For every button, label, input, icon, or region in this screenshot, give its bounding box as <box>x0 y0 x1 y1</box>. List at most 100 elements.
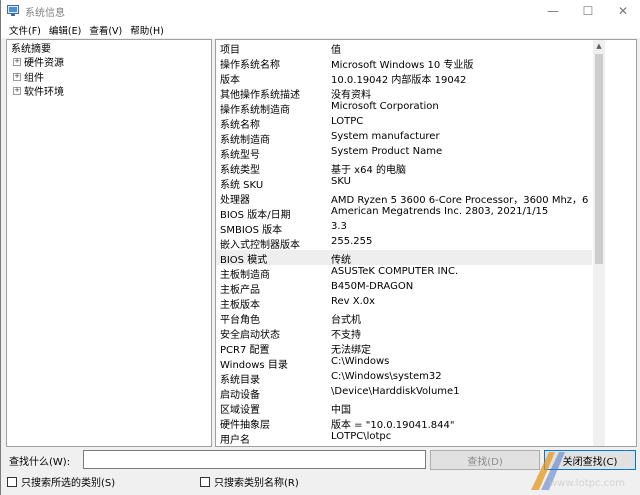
table-row[interactable]: 平台角色 台式机 <box>216 310 592 326</box>
list-header: 项目 值 <box>216 40 636 56</box>
row-item: 系统制造商 <box>220 135 270 146</box>
row-value: 传统 <box>331 255 351 266</box>
row-item: 操作系统制造商 <box>220 105 290 116</box>
expand-icon[interactable]: + <box>13 86 21 95</box>
row-value: SKU <box>331 176 351 187</box>
minimize-button[interactable]: — <box>536 0 570 22</box>
row-item: 系统目录 <box>220 375 260 386</box>
minimize-icon: — <box>547 4 559 18</box>
table-row[interactable]: 系统制造商 System manufacturer <box>216 130 592 146</box>
table-row[interactable]: 系统类型 基于 x64 的电脑 <box>216 160 592 176</box>
find-button[interactable]: 查找(D) <box>430 450 540 470</box>
row-value: System manufacturer <box>331 131 440 142</box>
search-selected-category-label: 只搜索所选的类别(S) <box>21 478 116 489</box>
row-value: System Product Name <box>331 146 443 157</box>
row-item: 嵌入式控制器版本 <box>220 240 300 251</box>
search-category-names-option[interactable]: 只搜索类别名称(R) <box>200 474 299 489</box>
column-header-item[interactable]: 项目 <box>220 41 240 56</box>
table-row[interactable]: 系统目录 C:\Windows\system32 <box>216 370 592 386</box>
tree-item-software-environment[interactable]: + 软件环境 <box>13 83 64 98</box>
row-value: C:\Windows\system32 <box>331 371 442 382</box>
row-item: 主板产品 <box>220 285 260 296</box>
table-row[interactable]: SMBIOS 版本 3.3 <box>216 220 592 236</box>
search-selected-category-checkbox[interactable] <box>7 476 17 487</box>
table-row[interactable]: PCR7 配置 无法绑定 <box>216 340 592 356</box>
row-item: BIOS 模式 <box>220 255 268 266</box>
table-row[interactable]: 其他操作系统描述 没有资料 <box>216 85 592 101</box>
table-row[interactable]: 安全启动状态 不支持 <box>216 325 592 341</box>
tree-item-system-summary[interactable]: 系统摘要 <box>11 40 51 55</box>
table-row[interactable]: 硬件抽象层 版本 = "10.0.19041.844" <box>216 415 592 431</box>
row-item: 系统类型 <box>220 165 260 176</box>
table-row[interactable]: BIOS 模式 传统 <box>216 250 592 266</box>
tree-item-hardware-resources[interactable]: + 硬件资源 <box>13 54 64 69</box>
table-row[interactable]: 系统名称 LOTPC <box>216 115 592 131</box>
row-item: 版本 <box>220 75 240 86</box>
close-find-button[interactable]: 关闭查找(C) <box>544 450 636 470</box>
row-item: Windows 目录 <box>220 360 288 371</box>
scrollbar-thumb[interactable] <box>595 54 603 264</box>
table-row[interactable]: 用户名 LOTPC\lotpc <box>216 430 592 446</box>
row-value: 10.0.19042 内部版本 19042 <box>331 75 467 86</box>
system-information-icon <box>7 5 19 16</box>
table-row[interactable]: 版本 10.0.19042 内部版本 19042 <box>216 70 592 86</box>
scroll-up-icon[interactable]: ▲ <box>593 40 605 52</box>
row-item: 区域设置 <box>220 405 260 416</box>
tree-item-label: 组件 <box>24 73 44 84</box>
row-item: PCR7 配置 <box>220 345 270 356</box>
find-input[interactable] <box>83 450 426 469</box>
expand-icon[interactable]: + <box>13 72 21 81</box>
column-header-value[interactable]: 值 <box>331 41 591 56</box>
table-row[interactable]: 系统型号 System Product Name <box>216 145 592 161</box>
row-item: 系统 SKU <box>220 180 264 191</box>
table-row[interactable]: 主板制造商 ASUSTeK COMPUTER INC. <box>216 265 592 281</box>
table-row[interactable]: 启动设备 \Device\HarddiskVolume1 <box>216 385 592 401</box>
tree-item-components[interactable]: + 组件 <box>13 69 44 84</box>
table-row[interactable]: 主板产品 B450M-DRAGON <box>216 280 592 296</box>
row-item: 主板版本 <box>220 300 260 311</box>
row-value: 没有资料 <box>331 90 371 101</box>
table-row[interactable]: 系统 SKU SKU <box>216 175 592 191</box>
search-category-names-label: 只搜索类别名称(R) <box>214 478 299 489</box>
table-row[interactable]: 操作系统名称 Microsoft Windows 10 专业版 <box>216 55 592 71</box>
row-value: American Megatrends Inc. 2803, 2021/1/15 <box>331 206 549 217</box>
menu-edit[interactable]: 编辑(E) <box>49 23 81 37</box>
row-value: AMD Ryzen 5 3600 6-Core Processor，3600 M… <box>331 195 591 206</box>
search-selected-category-option[interactable]: 只搜索所选的类别(S) <box>7 474 115 489</box>
table-row[interactable]: 处理器 AMD Ryzen 5 3600 6-Core Processor，360… <box>216 190 592 206</box>
row-item: 平台角色 <box>220 315 260 326</box>
menu-file[interactable]: 文件(F) <box>9 23 41 37</box>
tree-item-label: 系统摘要 <box>11 44 51 55</box>
row-item: SMBIOS 版本 <box>220 225 283 236</box>
window-title: 系统信息 <box>25 8 65 19</box>
menu-help[interactable]: 帮助(H) <box>130 23 164 37</box>
row-item: 处理器 <box>220 195 250 206</box>
row-item: 系统型号 <box>220 150 260 161</box>
category-tree[interactable]: 系统摘要 + 硬件资源 + 组件 + 软件环境 <box>6 39 212 447</box>
close-button[interactable]: ✕ <box>606 0 640 22</box>
table-row[interactable]: Windows 目录 C:\Windows <box>216 355 592 371</box>
row-item: 操作系统名称 <box>220 60 280 71</box>
row-value: LOTPC\lotpc <box>331 431 392 442</box>
table-row[interactable]: 操作系统制造商 Microsoft Corporation <box>216 100 592 116</box>
details-list[interactable]: 项目 值 操作系统名称 Microsoft Windows 10 专业版版本 10.… <box>215 39 637 447</box>
row-value: 台式机 <box>331 315 361 326</box>
maximize-button[interactable]: ☐ <box>571 0 605 22</box>
row-value: 255.255 <box>331 236 373 247</box>
vertical-scrollbar[interactable]: ▲ <box>593 40 605 446</box>
row-value: \Device\HarddiskVolume1 <box>331 386 460 397</box>
expand-icon[interactable]: + <box>13 57 21 66</box>
menu-view[interactable]: 查看(V) <box>89 23 122 37</box>
table-row[interactable]: 嵌入式控制器版本 255.255 <box>216 235 592 251</box>
row-item: 其他操作系统描述 <box>220 90 300 101</box>
row-item: 启动设备 <box>220 390 260 401</box>
table-row[interactable]: 区域设置 中国 <box>216 400 592 416</box>
table-row[interactable]: BIOS 版本/日期 American Megatrends Inc. 2803,… <box>216 205 592 221</box>
search-category-names-checkbox[interactable] <box>200 476 210 487</box>
row-value: 基于 x64 的电脑 <box>331 165 406 176</box>
table-row[interactable]: 主板版本 Rev X.0x <box>216 295 592 311</box>
maximize-icon: ☐ <box>582 4 594 18</box>
close-icon: ✕ <box>617 4 629 18</box>
row-item: 安全启动状态 <box>220 330 280 341</box>
title-bar[interactable]: 系统信息 — ☐ ✕ <box>1 0 640 22</box>
